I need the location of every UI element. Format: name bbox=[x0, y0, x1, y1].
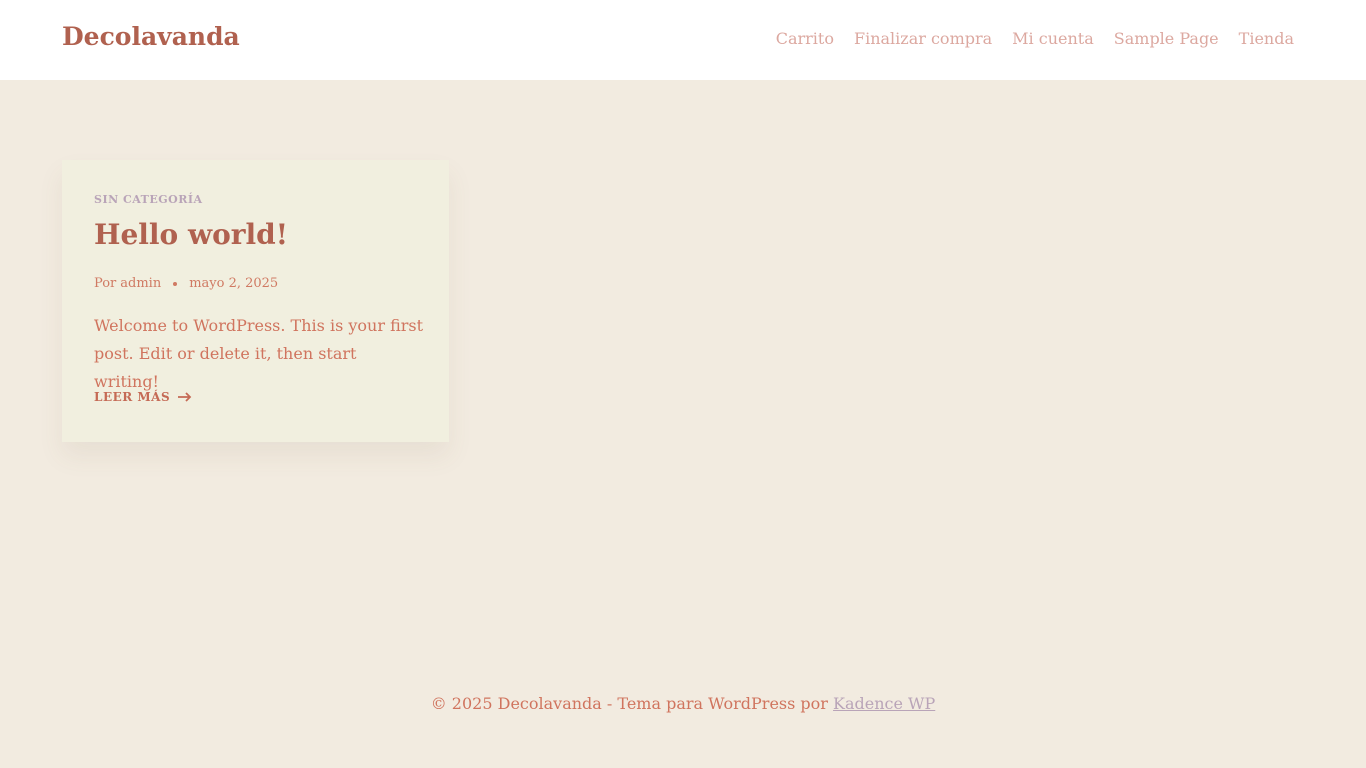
nav-item-tienda[interactable]: Tienda bbox=[1239, 29, 1294, 48]
post-date-link[interactable]: mayo 2, 2025 bbox=[189, 276, 278, 291]
nav-item-finalizar-compra[interactable]: Finalizar compra bbox=[854, 29, 992, 48]
nav-item-carrito[interactable]: Carrito bbox=[776, 29, 834, 48]
nav-item-mi-cuenta[interactable]: Mi cuenta bbox=[1012, 29, 1094, 48]
main-navigation: Carrito Finalizar compra Mi cuenta Sampl… bbox=[776, 29, 1294, 48]
post-card: SIN CATEGORÍA Hello world! Por admin may… bbox=[62, 160, 449, 442]
author-link[interactable]: admin bbox=[120, 276, 161, 291]
post-excerpt: Welcome to WordPress. This is your first… bbox=[94, 316, 424, 391]
read-more-label: LEER MÁS bbox=[94, 390, 171, 404]
author-prefix: Por bbox=[94, 276, 117, 291]
post-category-link[interactable]: SIN CATEGORÍA bbox=[94, 193, 203, 206]
post-title[interactable]: Hello world! bbox=[94, 218, 288, 251]
site-footer: © 2025 Decolavanda - Tema para WordPress… bbox=[0, 694, 1366, 713]
meta-separator-dot bbox=[173, 281, 178, 286]
site-header: Decolavanda Carrito Finalizar compra Mi … bbox=[0, 0, 1366, 80]
post-meta: Por admin mayo 2, 2025 bbox=[94, 276, 278, 291]
footer-kadence-link[interactable]: Kadence WP bbox=[833, 694, 935, 713]
arrow-right-icon bbox=[178, 392, 192, 402]
footer-copyright: © 2025 Decolavanda - Tema para WordPress… bbox=[430, 694, 834, 713]
nav-item-sample-page[interactable]: Sample Page bbox=[1114, 29, 1219, 48]
site-title-link[interactable]: Decolavanda bbox=[62, 22, 240, 51]
read-more-link[interactable]: LEER MÁS bbox=[94, 390, 192, 404]
